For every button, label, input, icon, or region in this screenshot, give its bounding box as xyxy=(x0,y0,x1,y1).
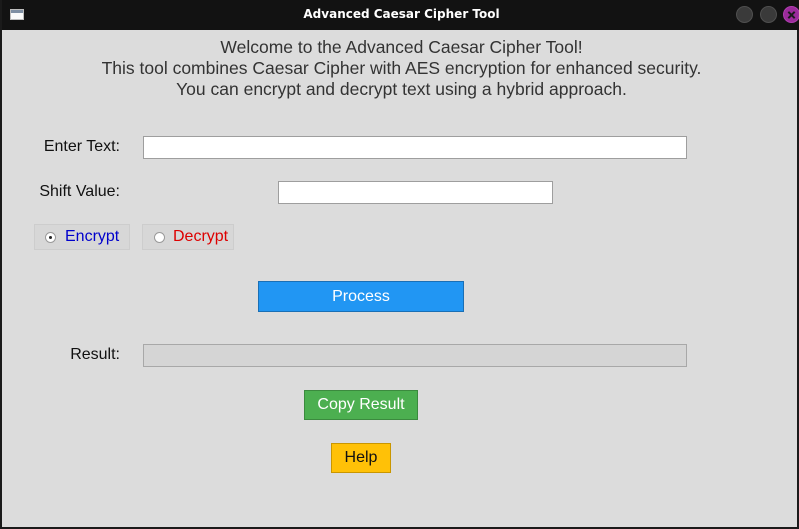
close-icon[interactable] xyxy=(783,6,799,23)
welcome-message: Welcome to the Advanced Caesar Cipher To… xyxy=(2,37,799,100)
shift-value-input[interactable] xyxy=(278,181,553,204)
result-field[interactable] xyxy=(143,344,687,367)
text-input[interactable] xyxy=(143,136,687,159)
radio-checked-icon xyxy=(45,232,56,243)
welcome-line-2: This tool combines Caesar Cipher with AE… xyxy=(101,58,702,78)
minimize-icon[interactable] xyxy=(736,6,753,23)
welcome-line-3: You can encrypt and decrypt text using a… xyxy=(176,79,627,99)
encrypt-radio-label: Encrypt xyxy=(65,228,120,245)
maximize-icon[interactable] xyxy=(760,6,777,23)
shift-value-label: Shift Value: xyxy=(39,183,120,200)
decrypt-radio[interactable]: Decrypt xyxy=(142,224,234,250)
help-button[interactable]: Help xyxy=(331,443,391,473)
window-title: Advanced Caesar Cipher Tool xyxy=(303,7,500,21)
title-bar[interactable]: Advanced Caesar Cipher Tool xyxy=(2,0,799,30)
decrypt-radio-label: Decrypt xyxy=(173,228,229,245)
encrypt-radio[interactable]: Encrypt xyxy=(34,224,130,250)
result-label: Result: xyxy=(70,346,120,363)
radio-unchecked-icon xyxy=(154,232,165,243)
copy-result-button[interactable]: Copy Result xyxy=(304,390,418,420)
enter-text-label: Enter Text: xyxy=(43,138,120,155)
process-button[interactable]: Process xyxy=(258,281,464,312)
app-window: Advanced Caesar Cipher Tool Welcome to t… xyxy=(0,0,799,529)
welcome-line-1: Welcome to the Advanced Caesar Cipher To… xyxy=(220,37,583,57)
